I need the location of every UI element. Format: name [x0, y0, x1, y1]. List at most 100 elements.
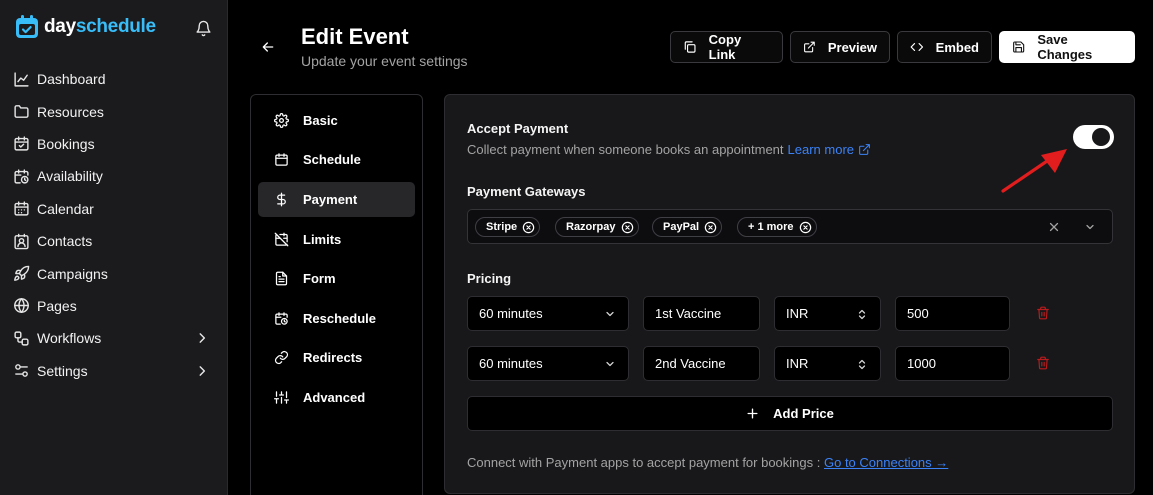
calendar-check-icon — [14, 136, 29, 152]
rocket-icon — [14, 265, 30, 281]
menu-item-schedule[interactable]: Schedule — [258, 142, 415, 177]
sidebar-item-settings[interactable]: Settings — [0, 355, 228, 387]
remove-circle-icon[interactable] — [621, 221, 634, 234]
sidebar-item-pages[interactable]: Pages — [0, 290, 228, 322]
calendar-icon — [275, 153, 288, 166]
accept-payment-description: Collect payment when someone books an ap… — [467, 142, 871, 157]
sidebar-item-calendar[interactable]: Calendar — [0, 193, 228, 225]
menu-item-advanced[interactable]: Advanced — [258, 380, 415, 415]
gateway-tag-stripe: Stripe — [475, 217, 541, 237]
gateway-tag-label: Stripe — [486, 221, 518, 233]
dollar-icon — [277, 192, 286, 207]
remove-circle-icon[interactable] — [522, 221, 535, 234]
chevron-right-icon — [199, 333, 206, 343]
accept-payment-toggle[interactable] — [1073, 125, 1114, 149]
add-price-label: Add Price — [773, 406, 834, 421]
menu-item-label: Reschedule — [303, 311, 376, 326]
copy-icon — [684, 41, 696, 53]
sidebar-item-resources[interactable]: Resources — [0, 95, 228, 127]
menu-item-reschedule[interactable]: Reschedule — [258, 301, 415, 336]
pricing-currency-select[interactable]: INR — [774, 296, 881, 331]
menu-item-redirects[interactable]: Redirects — [258, 340, 415, 375]
trash-icon[interactable] — [1036, 306, 1050, 320]
gateway-tag-razorpay: Razorpay — [555, 217, 639, 237]
gateway-tag-label: + 1 more — [748, 221, 794, 233]
gateway-tag-label: PayPal — [663, 221, 700, 233]
connect-note-text: Connect with Payment apps to accept paym… — [467, 455, 824, 470]
pricing-amount-input[interactable]: 500 — [895, 296, 1010, 331]
currency-value: INR — [786, 306, 809, 321]
gateway-tag-more: + 1 more — [737, 217, 817, 237]
go-to-connections-link[interactable]: Go to Connections → — [824, 455, 948, 470]
workflow-icon — [14, 331, 29, 346]
preview-button[interactable]: Preview — [790, 31, 890, 63]
amount-value: 1000 — [907, 356, 936, 371]
notifications-bell-icon[interactable] — [195, 20, 212, 37]
clear-all-icon[interactable] — [1048, 221, 1060, 233]
sidebar-nav: Dashboard Resources Bookings Availabilit… — [0, 63, 228, 387]
sliders-icon — [15, 364, 28, 378]
pricing-currency-select[interactable]: INR — [774, 346, 881, 381]
annotation-arrow-icon — [1001, 149, 1067, 193]
pricing-name-input[interactable]: 2nd Vaccine — [643, 346, 760, 381]
menu-item-limits[interactable]: Limits — [258, 222, 415, 257]
menu-item-label: Redirects — [303, 350, 363, 365]
save-icon — [1013, 41, 1025, 53]
calendar-clock-icon — [275, 312, 288, 325]
trash-icon[interactable] — [1036, 356, 1050, 370]
menu-item-form[interactable]: Form — [258, 261, 415, 296]
external-link-icon — [804, 41, 815, 53]
gateway-tag-paypal: PayPal — [652, 217, 723, 237]
pricing-duration-select[interactable]: 60 minutes — [467, 346, 629, 381]
remove-circle-icon[interactable] — [704, 221, 717, 234]
sidebar-item-label: Contacts — [37, 233, 93, 250]
save-changes-button[interactable]: Save Changes — [999, 31, 1135, 63]
sidebar-item-label: Workflows — [37, 330, 102, 347]
sidebar-item-workflows[interactable]: Workflows — [0, 322, 228, 354]
menu-item-label: Form — [303, 271, 336, 286]
logo[interactable]: dayschedule — [14, 14, 156, 40]
menu-item-basic[interactable]: Basic — [258, 103, 415, 138]
sidebar-item-label: Resources — [37, 103, 104, 120]
preview-label: Preview — [827, 39, 877, 55]
currency-value: INR — [786, 356, 809, 371]
learn-more-link[interactable]: Learn more — [788, 142, 854, 157]
toggle-knob — [1092, 128, 1110, 146]
folder-icon — [14, 105, 29, 118]
chevron-up-down-icon — [858, 309, 866, 320]
pricing-name-input[interactable]: 1st Vaccine — [643, 296, 760, 331]
copy-link-button[interactable]: Copy Link — [670, 31, 783, 63]
link-icon — [274, 350, 289, 365]
sidebar-item-bookings[interactable]: Bookings — [0, 128, 228, 160]
sidebar-item-campaigns[interactable]: Campaigns — [0, 257, 228, 289]
chevron-down-icon[interactable] — [1084, 221, 1096, 233]
sidebar-item-contacts[interactable]: Contacts — [0, 225, 228, 257]
sidebar-item-dashboard[interactable]: Dashboard — [0, 63, 228, 95]
menu-item-label: Basic — [303, 113, 338, 128]
page-subtitle: Update your event settings — [301, 53, 468, 69]
sidebar-item-label: Availability — [37, 168, 103, 185]
menu-item-label: Payment — [303, 192, 358, 207]
sidebar-item-label: Campaigns — [37, 265, 108, 282]
back-arrow-icon[interactable] — [260, 39, 276, 55]
gear-icon — [274, 113, 289, 128]
embed-button[interactable]: Embed — [897, 31, 992, 63]
globe-icon — [14, 298, 29, 314]
menu-item-payment[interactable]: Payment — [258, 182, 415, 217]
remove-circle-icon[interactable] — [799, 221, 812, 234]
chevron-up-down-icon — [858, 359, 866, 370]
pricing-duration-select[interactable]: 60 minutes — [467, 296, 629, 331]
gateway-tag-label: Razorpay — [566, 221, 616, 233]
menu-item-label: Limits — [303, 232, 342, 247]
logo-text: dayschedule — [44, 16, 156, 37]
payment-gateways-multiselect[interactable]: Stripe Razorpay PayPal + 1 more — [467, 209, 1113, 244]
chevron-right-icon — [199, 365, 206, 376]
contact-icon — [14, 233, 29, 249]
add-price-button[interactable]: Add Price — [467, 396, 1113, 431]
sidebar: dayschedule Dashboard Resources Bookings… — [0, 0, 228, 495]
copy-link-label: Copy Link — [708, 32, 742, 62]
calendar-clock-icon — [14, 169, 29, 184]
sidebar-item-availability[interactable]: Availability — [0, 160, 228, 192]
pricing-amount-input[interactable]: 1000 — [895, 346, 1010, 381]
calendar-icon — [14, 201, 29, 216]
